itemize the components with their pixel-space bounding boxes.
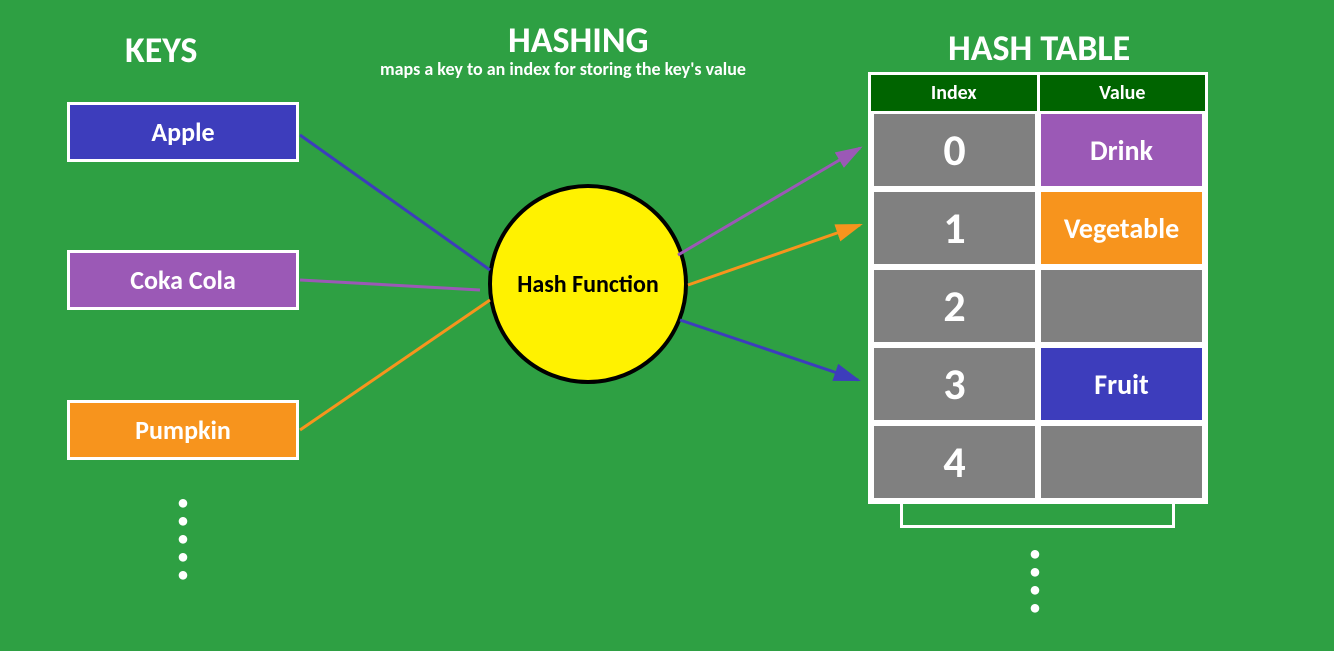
heading-subtitle: maps a key to an index for storing the k… [380,58,746,80]
key-label: Coka Cola [130,264,236,296]
index-cell: 0 [871,111,1038,189]
table-row: 1 Vegetable [871,189,1205,267]
heading-hashtable: HASH TABLE [948,26,1130,70]
hash-function-circle: Hash Function [488,184,688,384]
value-cell: Vegetable [1038,189,1205,267]
table-header-value: Value [1040,75,1206,111]
value-cell [1038,267,1205,345]
keys-ellipsis: ••••• [178,494,188,584]
key-label: Pumpkin [135,414,231,446]
hash-function-label: Hash Function [517,270,659,299]
key-box-1: Coka Cola [67,250,299,310]
value-inner: Drink [1041,114,1202,186]
value-inner: Vegetable [1041,192,1202,264]
table-header-row: Index Value [871,75,1205,111]
table-header-index: Index [871,75,1040,111]
table-bracket [900,500,1175,528]
index-cell: 1 [871,189,1038,267]
heading-keys: KEYS [125,28,197,72]
table-row: 0 Drink [871,111,1205,189]
key-box-2: Pumpkin [67,400,299,460]
table-ellipsis: •••• [1030,545,1040,617]
value-inner: Fruit [1041,348,1202,420]
value-cell: Fruit [1038,345,1205,423]
table-row: 3 Fruit [871,345,1205,423]
index-cell: 2 [871,267,1038,345]
table-row: 2 [871,267,1205,345]
hash-table: Index Value 0 Drink 1 Vegetable 2 3 Frui… [868,72,1208,504]
index-cell: 4 [871,423,1038,501]
value-cell [1038,423,1205,501]
heading-hashing: HASHING [508,18,649,62]
table-row: 4 [871,423,1205,501]
key-box-0: Apple [67,102,299,162]
value-inner [1041,426,1202,498]
value-inner [1041,270,1202,342]
index-cell: 3 [871,345,1038,423]
key-label: Apple [151,116,214,148]
value-cell: Drink [1038,111,1205,189]
